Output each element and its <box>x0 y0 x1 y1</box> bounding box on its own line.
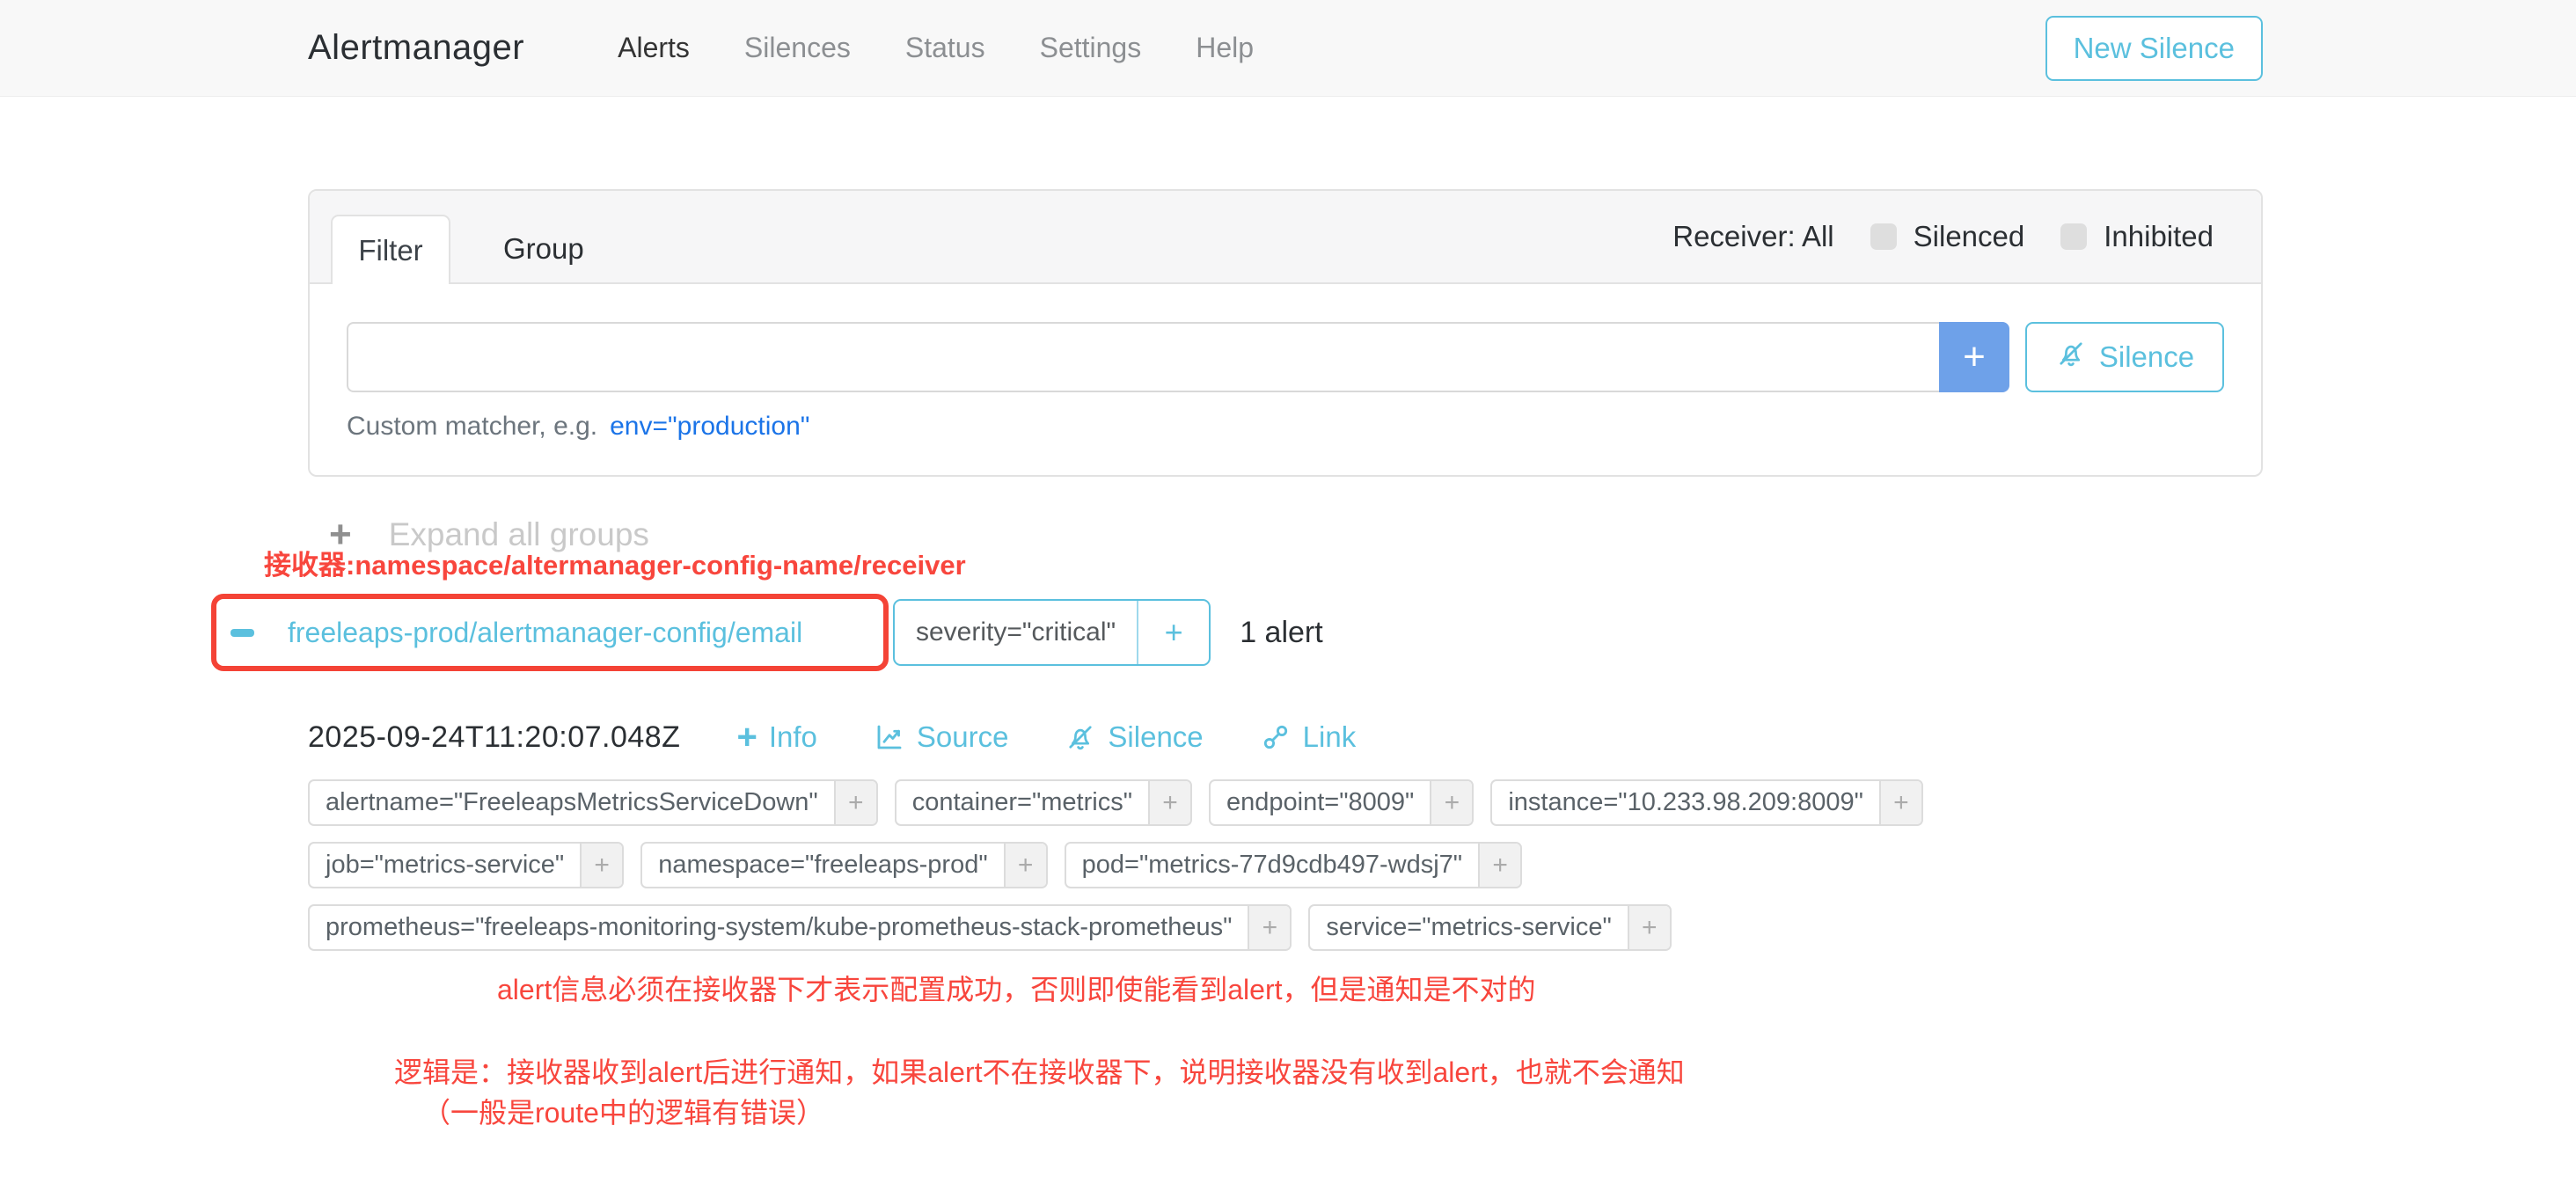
top-navbar: Alertmanager Alerts Silences Status Sett… <box>0 0 2576 97</box>
link-label: Link <box>1303 720 1357 754</box>
silenced-checkbox-group[interactable]: Silenced <box>1870 220 2025 253</box>
group-name-link[interactable]: freeleaps-prod/alertmanager-config/email <box>288 617 802 649</box>
label-add-button[interactable]: + <box>1879 781 1921 824</box>
label-tag-prometheus: prometheus="freeleaps-monitoring-system/… <box>308 904 1292 951</box>
new-silence-button[interactable]: New Silence <box>2045 16 2263 81</box>
label-add-button[interactable]: + <box>1628 906 1670 949</box>
group-matcher: severity="critical" + <box>893 599 1211 666</box>
matcher-example-link[interactable]: env="production" <box>610 412 809 441</box>
alert-header-row: 2025-09-24T11:20:07.048Z + Info Source <box>308 711 1356 764</box>
label-add-button[interactable]: + <box>1248 906 1290 949</box>
alert-count: 1 alert <box>1240 616 1323 650</box>
nav-item-silences[interactable]: Silences <box>744 32 851 64</box>
label-tag-service: service="metrics-service" + <box>1308 904 1671 951</box>
annotation-config-note: alert信息必须在接收器下才表示配置成功，否则即使能看到alert，但是通知是… <box>497 968 1536 1008</box>
receiver-selector[interactable]: Receiver: All <box>1672 220 1833 253</box>
nav-item-alerts[interactable]: Alerts <box>618 32 690 64</box>
group-matcher-add-button[interactable]: + <box>1137 601 1209 664</box>
label-tag-namespace: namespace="freeleaps-prod" + <box>640 842 1047 888</box>
bell-slash-icon <box>1065 721 1096 753</box>
label-add-button[interactable]: + <box>1478 844 1520 887</box>
tab-filter[interactable]: Filter <box>331 215 450 284</box>
add-matcher-button[interactable]: + <box>1939 322 2009 392</box>
alert-timestamp: 2025-09-24T11:20:07.048Z <box>308 720 680 755</box>
silenced-checkbox[interactable] <box>1870 223 1897 250</box>
alert-labels-row-2: job="metrics-service" + namespace="freel… <box>308 842 1522 888</box>
label-tag-job: job="metrics-service" + <box>308 842 624 888</box>
app-brand[interactable]: Alertmanager <box>308 28 524 68</box>
nav-item-status[interactable]: Status <box>905 32 985 64</box>
group-matcher-label[interactable]: severity="critical" <box>895 601 1137 664</box>
label-text[interactable]: namespace="freeleaps-prod" <box>642 844 1003 887</box>
source-link[interactable]: Source <box>874 720 1009 754</box>
filter-card-body: + Silence Custom matcher, e.g. env="produ… <box>310 284 2261 442</box>
label-tag-alertname: alertname="FreeleapsMetricsServiceDown" … <box>308 779 878 826</box>
matcher-helper-text: Custom matcher, e.g. <box>347 412 597 441</box>
matcher-helper: Custom matcher, e.g. env="production" <box>347 412 2224 442</box>
label-text[interactable]: endpoint="8009" <box>1211 781 1430 824</box>
nav-item-help[interactable]: Help <box>1196 32 1254 64</box>
label-text[interactable]: container="metrics" <box>896 781 1148 824</box>
annotation-receiver-note: 接收器:namespace/altermanager-config-name/r… <box>264 543 966 582</box>
annotation-highlight-box: freeleaps-prod/alertmanager-config/email <box>211 594 889 671</box>
chart-icon <box>874 721 905 753</box>
alert-group-row: freeleaps-prod/alertmanager-config/email… <box>211 592 1323 673</box>
plus-icon: + <box>736 720 757 755</box>
alertmanager-page: Alertmanager Alerts Silences Status Sett… <box>0 0 2576 1184</box>
source-label: Source <box>917 720 1009 754</box>
alert-labels-row-1: alertname="FreeleapsMetricsServiceDown" … <box>308 779 1923 826</box>
label-tag-endpoint: endpoint="8009" + <box>1209 779 1474 826</box>
filter-card: Filter Group Receiver: All Silenced Inhi… <box>308 189 2263 477</box>
tab-group[interactable]: Group <box>479 215 609 282</box>
matcher-input-group: + Silence <box>347 322 2224 392</box>
label-text[interactable]: alertname="FreeleapsMetricsServiceDown" <box>310 781 834 824</box>
matcher-input[interactable] <box>347 322 1939 392</box>
inhibited-checkbox-group[interactable]: Inhibited <box>2060 220 2214 253</box>
link-icon <box>1260 721 1292 753</box>
label-text[interactable]: instance="10.233.98.209:8009" <box>1492 781 1879 824</box>
label-text[interactable]: service="metrics-service" <box>1310 906 1627 949</box>
label-text[interactable]: prometheus="freeleaps-monitoring-system/… <box>310 906 1248 949</box>
label-add-button[interactable]: + <box>1148 781 1190 824</box>
label-add-button[interactable]: + <box>1430 781 1472 824</box>
label-tag-pod: pod="metrics-77d9cdb497-wdsj7" + <box>1065 842 1522 888</box>
annotation-route-note: （一般是route中的逻辑有错误） <box>422 1091 824 1131</box>
label-add-button[interactable]: + <box>834 781 876 824</box>
label-tag-instance: instance="10.233.98.209:8009" + <box>1490 779 1923 826</box>
label-add-button[interactable]: + <box>580 844 622 887</box>
label-tag-container: container="metrics" + <box>895 779 1192 826</box>
filter-card-header: Filter Group Receiver: All Silenced Inhi… <box>310 191 2261 284</box>
filter-options: Receiver: All Silenced Inhibited <box>1672 220 2261 253</box>
nav-links: Alerts Silences Status Settings Help <box>563 32 1254 64</box>
silence-alert-label: Silence <box>1108 720 1203 754</box>
label-text[interactable]: job="metrics-service" <box>310 844 580 887</box>
inhibited-label: Inhibited <box>2104 220 2214 253</box>
collapse-group-icon[interactable] <box>231 629 254 637</box>
silence-alert-link[interactable]: Silence <box>1065 720 1203 754</box>
annotation-logic-note: 逻辑是：接收器收到alert后进行通知，如果alert不在接收器下，说明接收器没… <box>394 1050 1685 1091</box>
silenced-label: Silenced <box>1914 220 2025 253</box>
silence-filter-label: Silence <box>2099 340 2194 374</box>
alert-labels-row-3: prometheus="freeleaps-monitoring-system/… <box>308 904 1672 951</box>
generator-link[interactable]: Link <box>1260 720 1357 754</box>
info-link[interactable]: + Info <box>736 720 816 755</box>
bell-slash-icon <box>2055 338 2087 376</box>
label-add-button[interactable]: + <box>1004 844 1046 887</box>
inhibited-checkbox[interactable] <box>2060 223 2087 250</box>
nav-item-settings[interactable]: Settings <box>1040 32 1142 64</box>
info-label: Info <box>769 720 817 754</box>
silence-filter-button[interactable]: Silence <box>2025 322 2224 392</box>
label-text[interactable]: pod="metrics-77d9cdb497-wdsj7" <box>1066 844 1478 887</box>
